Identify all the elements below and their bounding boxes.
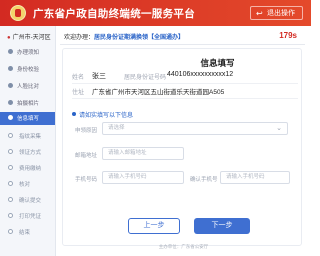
sidebar-item-label: 领证方式 <box>19 150 42 156</box>
address-value: 广东省广州市天河区五山街道乐天街道园A505 <box>92 89 225 96</box>
sidebar-item-submit[interactable]: 确认提交 <box>0 194 55 206</box>
header-divider <box>60 44 305 45</box>
previous-step-button[interactable]: 上一步 <box>128 218 180 234</box>
sidebar-item-fingerprint[interactable]: 指纹采集 <box>0 130 55 142</box>
form-hint-text: 请如实填写以下信息 <box>79 113 134 119</box>
sidebar-item-photo[interactable]: 拍摄相片 <box>0 97 55 109</box>
sidebar-item-label: 核对 <box>19 182 31 188</box>
app-title: 广东省户政自助终端统一服务平台 <box>33 8 195 20</box>
sidebar-item-label: 办理须知 <box>17 50 40 56</box>
step-dot-icon <box>8 49 13 54</box>
step-dot-icon <box>8 165 13 170</box>
info-address-row: 住址 广东省广州市天河区五山街道乐天街道园A505 <box>72 87 298 98</box>
phone-input[interactable]: 请输入手机号码 <box>102 171 184 184</box>
sidebar-item-label: 结束 <box>19 230 31 236</box>
address-label: 住址 <box>72 90 85 96</box>
email-input[interactable]: 请输入邮箱地址 <box>102 147 184 160</box>
next-step-button[interactable]: 下一步 <box>194 218 250 234</box>
footer-text: 主办单位：广东省公安厅 <box>158 244 209 249</box>
sidebar-item-label: 人脸比对 <box>17 84 40 90</box>
sidebar-item-verify[interactable]: 核对 <box>0 178 55 190</box>
location-pin-icon: ● <box>7 35 11 41</box>
email-label: 邮箱地址 <box>75 153 98 159</box>
reason-select-value: 请选择 <box>108 125 125 131</box>
name-value: 张三 <box>92 73 106 80</box>
form-hint: 请如实填写以下信息 <box>72 110 133 119</box>
sidebar-item-face-compare[interactable]: 人脸比对 <box>0 80 55 92</box>
breadcrumb-prefix: 欢迎办理： <box>64 35 95 41</box>
step-dot-icon <box>8 213 13 218</box>
step-dot-icon <box>8 115 13 120</box>
id-number-label: 居民身份证号码 <box>124 75 167 81</box>
step-dot-icon <box>8 229 13 234</box>
sidebar-item-pickup-method[interactable]: 领证方式 <box>0 146 55 158</box>
info-divider <box>72 83 298 84</box>
info-divider <box>72 98 298 99</box>
sidebar-item-finish[interactable]: 结束 <box>0 226 55 238</box>
police-emblem-icon <box>10 5 26 21</box>
sidebar-item-label: 指纹采集 <box>19 134 42 140</box>
hint-dot-icon <box>72 112 76 116</box>
location-label: ● 广州市-天河区 <box>7 32 51 41</box>
confirm-phone-label: 确认手机号 <box>190 177 218 183</box>
sidebar-item-payment[interactable]: 费用缴纳 <box>0 162 55 174</box>
sidebar-item-print-receipt[interactable]: 打印凭证 <box>0 210 55 222</box>
breadcrumb: 欢迎办理：居民身份证期满换领【全国通办】 <box>64 32 184 41</box>
location-text: 广州市-天河区 <box>12 35 51 41</box>
sidebar-item-label: 信息填写 <box>17 116 40 122</box>
app-header: 广东省户政自助终端统一服务平台 ↩ 退出操作 <box>0 0 311 26</box>
sidebar-item-label: 确认提交 <box>19 198 42 204</box>
confirm-phone-placeholder: 请输入手机号码 <box>226 174 265 180</box>
confirm-phone-input[interactable]: 请输入手机号码 <box>220 171 290 184</box>
app-frame: 广东省户政自助终端统一服务平台 ↩ 退出操作 ● 广州市-天河区 办理须知 身份校… <box>0 0 311 256</box>
step-dot-icon <box>8 197 13 202</box>
sidebar-item-label: 拍摄相片 <box>17 101 40 107</box>
step-dot-icon <box>8 149 13 154</box>
step-dot-icon <box>8 181 13 186</box>
countdown-timer: 179s <box>279 31 297 40</box>
exit-button[interactable]: ↩ 退出操作 <box>250 6 303 20</box>
phone-placeholder: 请输入手机号码 <box>108 174 147 180</box>
reason-select[interactable]: 请选择 ⌄ <box>102 122 288 135</box>
id-number-value: 440106xxxxxxxxxx12 <box>167 71 234 78</box>
step-dot-icon <box>8 83 13 88</box>
page-title: 信息填写 <box>0 57 311 69</box>
info-name-id-row: 姓名 张三 居民身份证号码 440106xxxxxxxxxx12 <box>72 71 298 83</box>
reason-label: 申领原因 <box>75 128 98 134</box>
name-label: 姓名 <box>72 75 85 81</box>
phone-label: 手机号码 <box>75 177 98 183</box>
sidebar-item-info-fill[interactable]: 信息填写 <box>0 112 55 125</box>
page-title-text: 信息填写 <box>200 58 235 68</box>
exit-button-label: 退出操作 <box>267 10 295 17</box>
exit-arrow-icon: ↩ <box>256 9 263 18</box>
sidebar-item-label: 打印凭证 <box>19 214 42 220</box>
sidebar-item-label: 费用缴纳 <box>19 166 42 172</box>
step-dot-icon <box>8 100 13 105</box>
chevron-down-icon: ⌄ <box>276 125 282 132</box>
email-placeholder: 请输入邮箱地址 <box>108 150 147 156</box>
breadcrumb-current: 居民身份证期满换领【全国通办】 <box>94 35 185 41</box>
step-dot-icon <box>8 133 13 138</box>
